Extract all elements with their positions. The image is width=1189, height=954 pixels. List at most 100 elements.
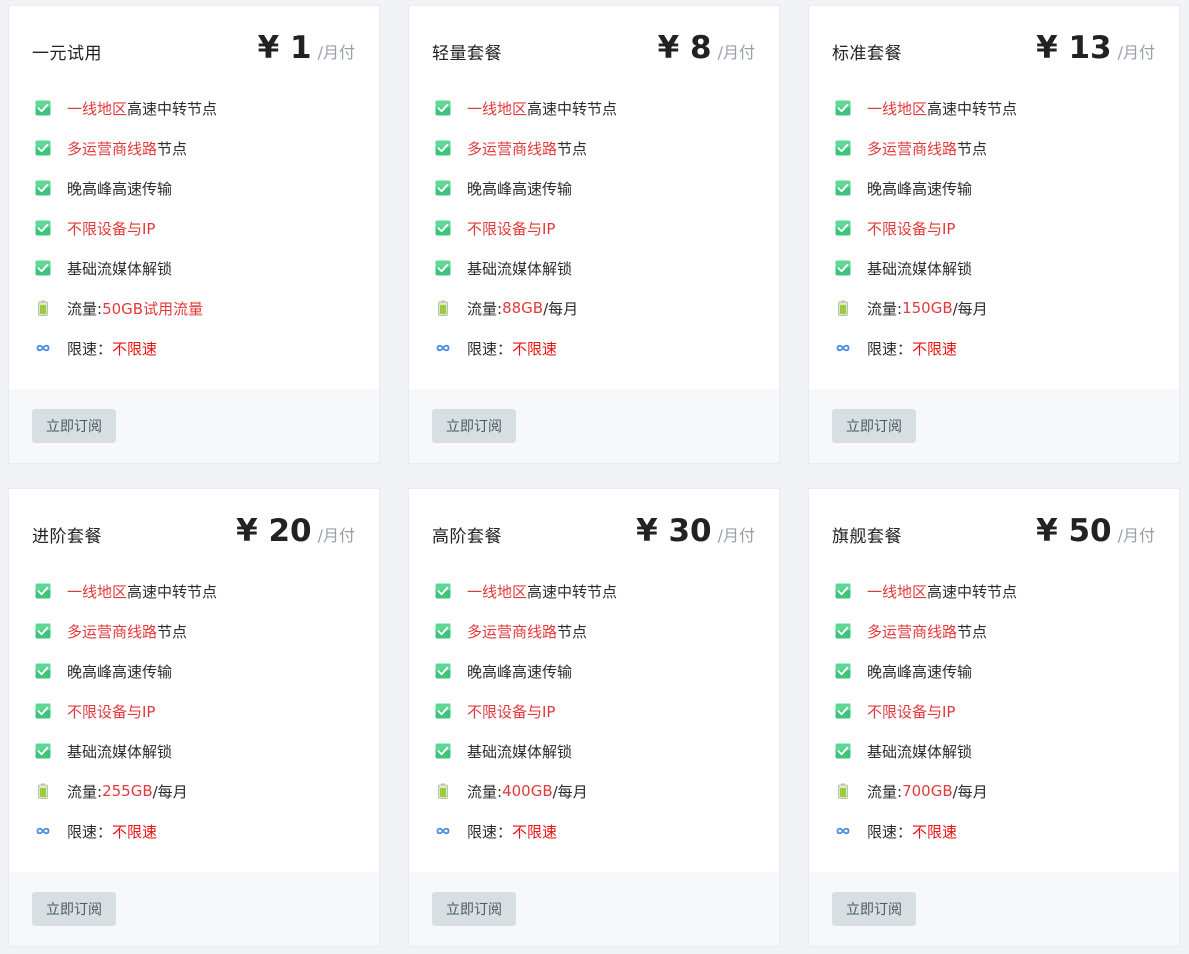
- battery-icon: [35, 783, 51, 799]
- check-box-icon: [435, 703, 451, 719]
- feature-item: 不限设备与IP: [35, 699, 155, 723]
- price-amount: ¥ 50: [1036, 513, 1112, 549]
- check-box-icon: [835, 663, 851, 679]
- price-period: /月付: [1117, 526, 1155, 545]
- price-period: /月付: [317, 43, 355, 62]
- feature-text: 不限设备与IP: [467, 219, 556, 238]
- feature-item: 基础流媒体解锁: [35, 256, 172, 280]
- check-box-icon: [435, 100, 451, 116]
- speed-value: 不限速: [512, 339, 558, 358]
- subscribe-button[interactable]: 立即订阅: [832, 892, 916, 926]
- feature-highlight: 多运营商线路: [67, 139, 158, 158]
- feature-speed: 限速： 不限速: [35, 336, 157, 360]
- feature-text: 不限设备与IP: [67, 219, 156, 238]
- feature-text: 高速中转节点: [527, 99, 618, 118]
- feature-text: 晚高峰高速传输: [467, 662, 573, 681]
- battery-icon: [835, 300, 851, 316]
- feature-item: 基础流媒体解锁: [35, 739, 172, 763]
- subscribe-button[interactable]: 立即订阅: [32, 892, 116, 926]
- feature-text: 基础流媒体解锁: [467, 742, 573, 761]
- feature-item: 多运营商线路 节点: [35, 619, 187, 643]
- speed-label: 限速：: [867, 822, 913, 841]
- subscribe-button[interactable]: 立即订阅: [432, 892, 516, 926]
- feature-highlight: 一线地区: [67, 99, 128, 118]
- feature-text: 基础流媒体解锁: [867, 742, 973, 761]
- feature-text: 不限设备与IP: [867, 702, 956, 721]
- subscribe-button[interactable]: 立即订阅: [32, 409, 116, 443]
- feature-text: 节点: [557, 139, 588, 158]
- speed-label: 限速：: [67, 822, 113, 841]
- check-box-icon: [35, 260, 51, 276]
- check-box-icon: [835, 180, 851, 196]
- speed-value: 不限速: [512, 822, 558, 841]
- check-box-icon: [435, 663, 451, 679]
- traffic-label: 流量:: [467, 299, 503, 318]
- feature-text: 晚高峰高速传输: [867, 662, 973, 681]
- feature-highlight: 多运营商线路: [867, 139, 958, 158]
- plan-name: 高阶套餐: [432, 527, 502, 547]
- battery-icon: [435, 300, 451, 316]
- check-box-icon: [35, 583, 51, 599]
- traffic-value: 255GB: [102, 782, 153, 800]
- feature-traffic: 流量: 88GB /每月: [435, 296, 578, 320]
- plan-price: ¥ 13/月付: [1036, 30, 1155, 66]
- plan-name: 进阶套餐: [32, 527, 102, 547]
- battery-icon: [35, 300, 51, 316]
- price-amount: ¥ 20: [236, 513, 312, 549]
- price-period: /月付: [1117, 43, 1155, 62]
- check-box-icon: [835, 220, 851, 236]
- infinity-icon: [835, 340, 851, 356]
- subscribe-button[interactable]: 立即订阅: [832, 409, 916, 443]
- traffic-label: 流量:: [867, 299, 903, 318]
- infinity-icon: [35, 823, 51, 839]
- traffic-label: 流量:: [67, 782, 103, 801]
- price-period: /月付: [717, 43, 755, 62]
- traffic-suffix: /每月: [543, 299, 579, 318]
- battery-icon: [435, 783, 451, 799]
- check-box-icon: [435, 220, 451, 236]
- check-box-icon: [435, 180, 451, 196]
- feature-item: 一线地区 高速中转节点: [435, 579, 617, 603]
- feature-highlight: 一线地区: [67, 582, 128, 601]
- feature-traffic: 流量: 400GB /每月: [435, 779, 588, 803]
- check-box-icon: [35, 663, 51, 679]
- plan-price: ¥ 8/月付: [658, 30, 755, 66]
- plan-price: ¥ 50/月付: [1036, 513, 1155, 549]
- check-box-icon: [435, 743, 451, 759]
- feature-item: 晚高峰高速传输: [435, 659, 572, 683]
- feature-traffic: 流量: 50GB试用流量: [35, 296, 203, 320]
- feature-item: 一线地区 高速中转节点: [35, 96, 217, 120]
- feature-speed: 限速： 不限速: [435, 819, 557, 843]
- traffic-value: 400GB: [502, 782, 553, 800]
- subscribe-button[interactable]: 立即订阅: [432, 409, 516, 443]
- check-box-icon: [835, 100, 851, 116]
- plan-name: 一元试用: [32, 44, 102, 64]
- plan-card: 一元试用 ¥ 1/月付 一线地区 高速中转节点 多运营商线路 节点 晚高峰高速传…: [8, 5, 380, 464]
- check-box-icon: [835, 703, 851, 719]
- speed-label: 限速：: [467, 822, 513, 841]
- feature-text: 节点: [557, 622, 588, 641]
- feature-text: 基础流媒体解锁: [467, 259, 573, 278]
- feature-text: 晚高峰高速传输: [67, 662, 173, 681]
- traffic-suffix: /每月: [952, 782, 988, 801]
- feature-traffic: 流量: 255GB /每月: [35, 779, 188, 803]
- card-footer: 立即订阅: [9, 389, 379, 463]
- feature-highlight: 一线地区: [467, 99, 528, 118]
- card-footer: 立即订阅: [809, 389, 1179, 463]
- speed-value: 不限速: [112, 822, 158, 841]
- feature-item: 不限设备与IP: [435, 699, 555, 723]
- feature-text: 高速中转节点: [127, 99, 218, 118]
- feature-item: 多运营商线路 节点: [435, 136, 587, 160]
- feature-highlight: 多运营商线路: [67, 622, 158, 641]
- feature-item: 晚高峰高速传输: [835, 659, 972, 683]
- plan-name: 标准套餐: [832, 44, 902, 64]
- feature-text: 晚高峰高速传输: [67, 179, 173, 198]
- check-box-icon: [35, 180, 51, 196]
- feature-item: 一线地区 高速中转节点: [435, 96, 617, 120]
- plan-name: 轻量套餐: [432, 44, 502, 64]
- feature-highlight: 多运营商线路: [467, 622, 558, 641]
- card-footer: 立即订阅: [409, 389, 779, 463]
- traffic-value: 50GB试用流量: [102, 299, 204, 318]
- feature-item: 晚高峰高速传输: [35, 176, 172, 200]
- plan-price: ¥ 20/月付: [236, 513, 355, 549]
